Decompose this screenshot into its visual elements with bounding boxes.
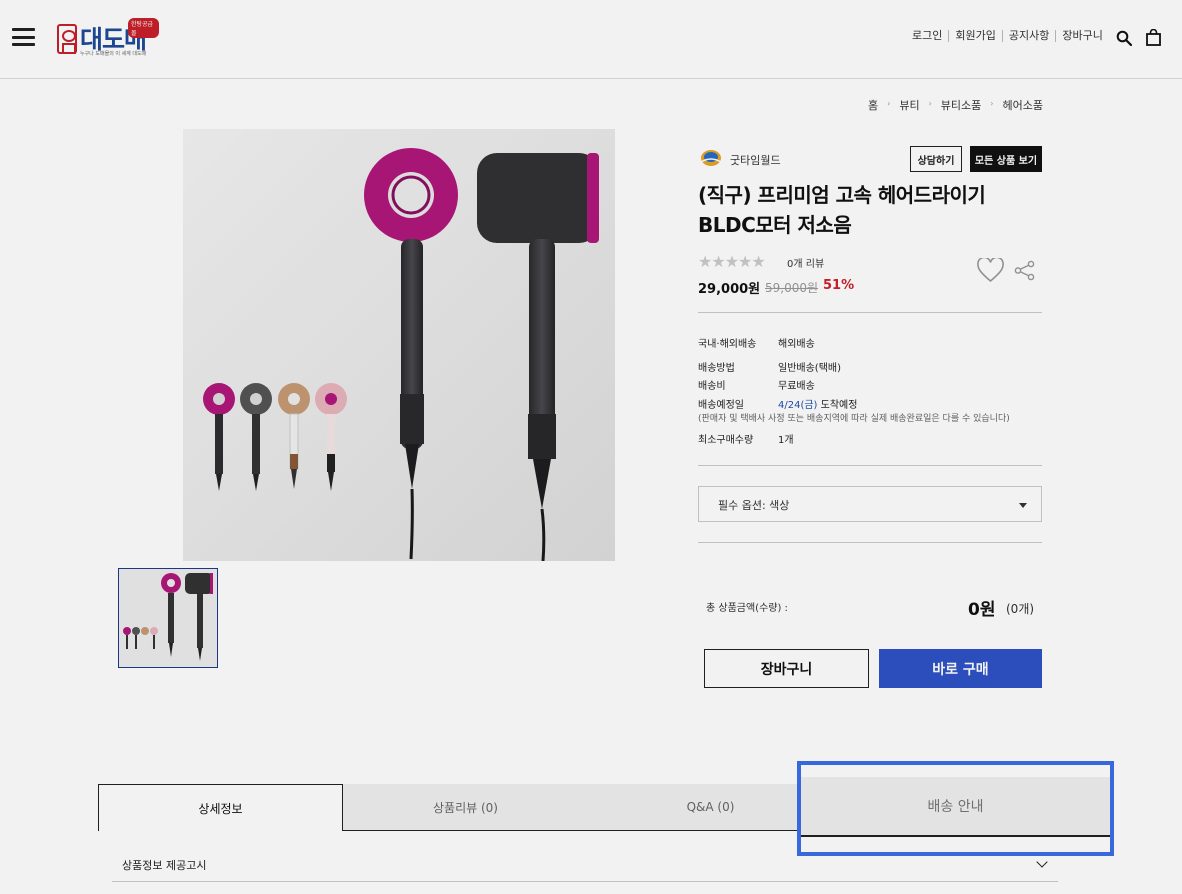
tab-underline: [801, 835, 1110, 837]
shipping-note: (판매자 및 택배사 사정 또는 배송지역에 따라 실제 배송완료일은 다를 수…: [698, 414, 1010, 424]
discount-rate: 51%: [823, 278, 855, 293]
eta-date: 4/24(금): [778, 400, 818, 411]
breadcrumb-beauty[interactable]: 뷰티: [899, 97, 919, 113]
caret-down-icon: [1019, 503, 1027, 508]
color-option-select[interactable]: 필수 옵션: 색상: [698, 486, 1042, 522]
breadcrumb-separator-icon: ›: [928, 99, 932, 108]
spec-value: 해외배송: [778, 339, 815, 350]
tab-review[interactable]: 상품리뷰 (0): [343, 784, 588, 831]
site-logo[interactable]: 대도매 한탕공급몰 누구나 도매몰의 이 세계 대도매: [57, 18, 159, 58]
total-count: (0개): [1006, 602, 1035, 616]
signup-link[interactable]: 회원가입: [948, 30, 1001, 42]
product-title: (직구) 프리미엄 고속 헤어드라이기 BLDC모터 저소음: [698, 180, 1038, 240]
chevron-down-icon: [1036, 856, 1048, 868]
breadcrumb-beauty-goods[interactable]: 뷰티소품: [941, 97, 981, 113]
product-thumbnail[interactable]: [118, 568, 218, 668]
breadcrumb: 홈 › 뷰티 › 뷰티소품 › 헤어소품: [868, 97, 1043, 113]
total-amount: 0원: [968, 600, 996, 620]
tab-detail[interactable]: 상세정보: [98, 784, 343, 831]
tab-shipping-label: 배송 안내: [801, 777, 1110, 835]
spec-value: 무료배송: [778, 381, 815, 392]
divider: [698, 312, 1042, 313]
logo-tagline: 누구나 도매몰의 이 세계 대도매: [80, 51, 147, 57]
product-title-line1: (직구) 프리미엄 고속 헤어드라이기: [698, 183, 986, 207]
spec-label: 배송방법: [698, 363, 735, 374]
breadcrumb-home[interactable]: 홈: [868, 97, 878, 113]
seller-name[interactable]: 굿타임월드: [730, 152, 781, 168]
product-info-notice-row[interactable]: 상품정보 제공고시: [112, 848, 1058, 882]
top-links: 로그인 회원가입 공지사항 장바구니: [908, 30, 1109, 42]
hair-dryer-illustration: [183, 129, 615, 561]
search-icon[interactable]: [1116, 30, 1132, 46]
add-to-cart-button[interactable]: 장바구니: [704, 649, 869, 688]
seller-logo-icon: [700, 150, 722, 166]
cart-link[interactable]: 장바구니: [1055, 30, 1108, 42]
divider: [698, 465, 1042, 466]
review-count[interactable]: 0개 리뷰: [787, 255, 824, 270]
rating-stars-icon: ★★★★★: [698, 252, 766, 271]
product-title-line2: BLDC모터 저소음: [698, 213, 852, 237]
spec-label: 국내·해외배송: [698, 339, 757, 350]
heart-icon[interactable]: [977, 258, 1004, 283]
sale-price: 29,000원: [698, 282, 761, 297]
buy-now-button[interactable]: 바로 구매: [879, 649, 1042, 688]
login-link[interactable]: 로그인: [908, 30, 948, 42]
site-header: 대도매 한탕공급몰 누구나 도매몰의 이 세계 대도매 로그인 회원가입 공지사…: [0, 0, 1182, 79]
spec-value: 일반배송(택배): [778, 363, 842, 374]
spec-label: 배송비: [698, 381, 726, 392]
spec-label: 최소구매수량: [698, 435, 754, 446]
divider: [698, 542, 1042, 543]
logo-mark-icon: [57, 24, 77, 54]
thumbnail-image: [119, 569, 217, 667]
eta-suffix: 도착예정: [820, 400, 858, 411]
breadcrumb-separator-icon: ›: [887, 99, 891, 108]
all-products-button[interactable]: 모든 상품 보기: [970, 146, 1042, 172]
notice-link[interactable]: 공지사항: [1001, 30, 1055, 42]
breadcrumb-hair-goods[interactable]: 헤어소품: [1002, 97, 1042, 113]
total-label: 총 상품금액(수량) :: [706, 603, 788, 614]
option-label: 필수 옵션: 색상: [718, 499, 790, 512]
info-row-label: 상품정보 제공고시: [122, 859, 207, 872]
product-page: 대도매 한탕공급몰 누구나 도매몰의 이 세계 대도매 로그인 회원가입 공지사…: [0, 0, 1182, 894]
consult-button[interactable]: 상담하기: [910, 146, 962, 172]
tab-shipping[interactable]: 배송 안내: [797, 761, 1114, 856]
spec-value: 1개: [778, 435, 794, 446]
shopping-bag-icon[interactable]: [1146, 29, 1161, 46]
hamburger-menu-icon[interactable]: [12, 28, 35, 46]
original-price: 59,000원: [765, 281, 819, 295]
logo-badge: 한탕공급몰: [128, 18, 159, 38]
share-icon[interactable]: [1014, 260, 1035, 281]
product-main-image[interactable]: [183, 129, 615, 561]
breadcrumb-separator-icon: ›: [990, 99, 994, 108]
spec-label: 배송예정일: [698, 400, 744, 411]
spec-value: 4/24(금) 도착예정: [778, 396, 857, 411]
